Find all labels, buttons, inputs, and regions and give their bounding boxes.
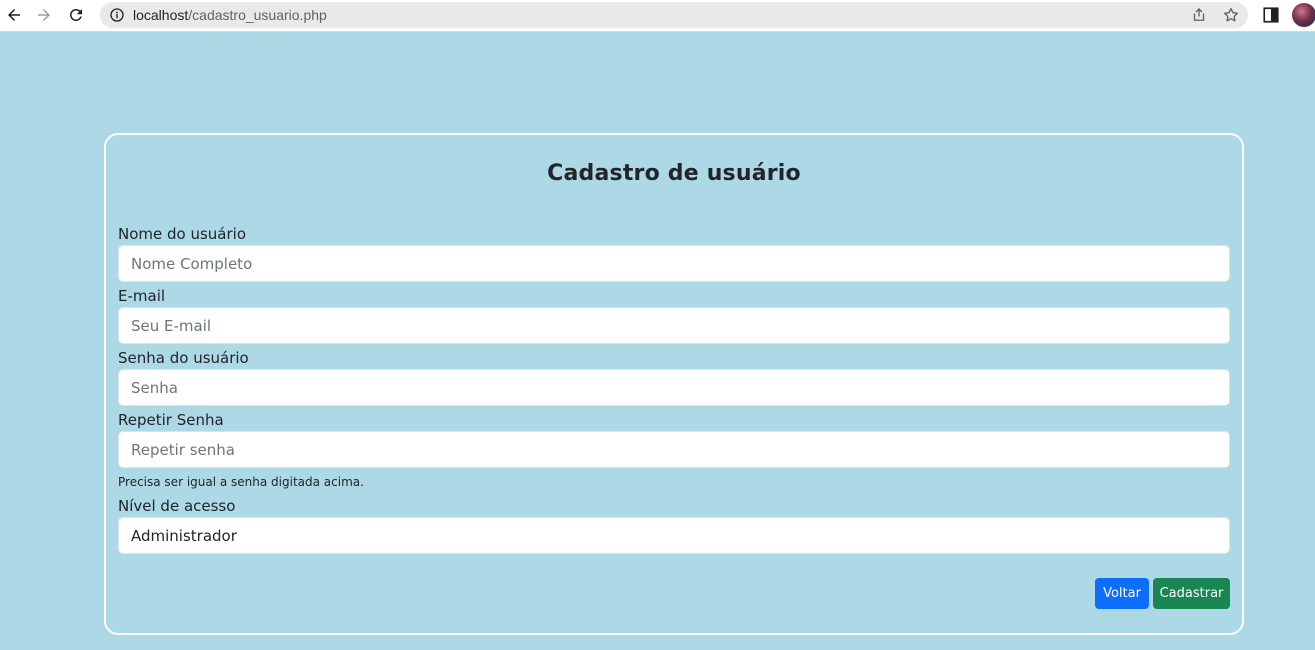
side-panel-icon[interactable] — [1262, 6, 1280, 24]
forward-arrow-icon[interactable] — [33, 4, 55, 26]
repeat-password-input[interactable] — [118, 431, 1230, 468]
access-level-label: Nível de acesso — [118, 497, 236, 515]
access-level-select[interactable]: Administrador — [118, 517, 1230, 554]
email-input[interactable] — [118, 307, 1230, 344]
url-path: /cadastro_usuario.php — [188, 7, 327, 23]
name-label: Nome do usuário — [118, 225, 247, 243]
access-level-value: Administrador — [131, 526, 237, 545]
browser-toolbar: localhost/cadastro_usuario.php — [0, 0, 1315, 32]
profile-avatar[interactable] — [1292, 3, 1315, 27]
share-icon[interactable] — [1190, 6, 1208, 24]
repeat-password-help: Precisa ser igual a senha digitada acima… — [118, 475, 364, 489]
url-host: localhost — [133, 7, 189, 23]
password-input[interactable] — [118, 369, 1230, 406]
name-input[interactable] — [118, 245, 1230, 282]
back-arrow-icon[interactable] — [3, 4, 25, 26]
bookmark-star-icon[interactable] — [1222, 6, 1240, 24]
reload-icon[interactable] — [65, 4, 87, 26]
registration-form: Cadastro de usuário Nome do usuário E-ma… — [104, 133, 1244, 635]
repeat-password-label: Repetir Senha — [118, 411, 224, 429]
url-text: localhost/cadastro_usuario.php — [133, 6, 327, 24]
page-title: Cadastro de usuário — [547, 161, 801, 186]
submit-button[interactable]: Cadastrar — [1153, 578, 1230, 609]
address-bar[interactable]: localhost/cadastro_usuario.php — [100, 2, 1248, 28]
info-icon[interactable] — [109, 7, 125, 23]
password-label: Senha do usuário — [118, 349, 249, 367]
email-label: E-mail — [118, 287, 166, 305]
back-button[interactable]: Voltar — [1095, 578, 1149, 609]
